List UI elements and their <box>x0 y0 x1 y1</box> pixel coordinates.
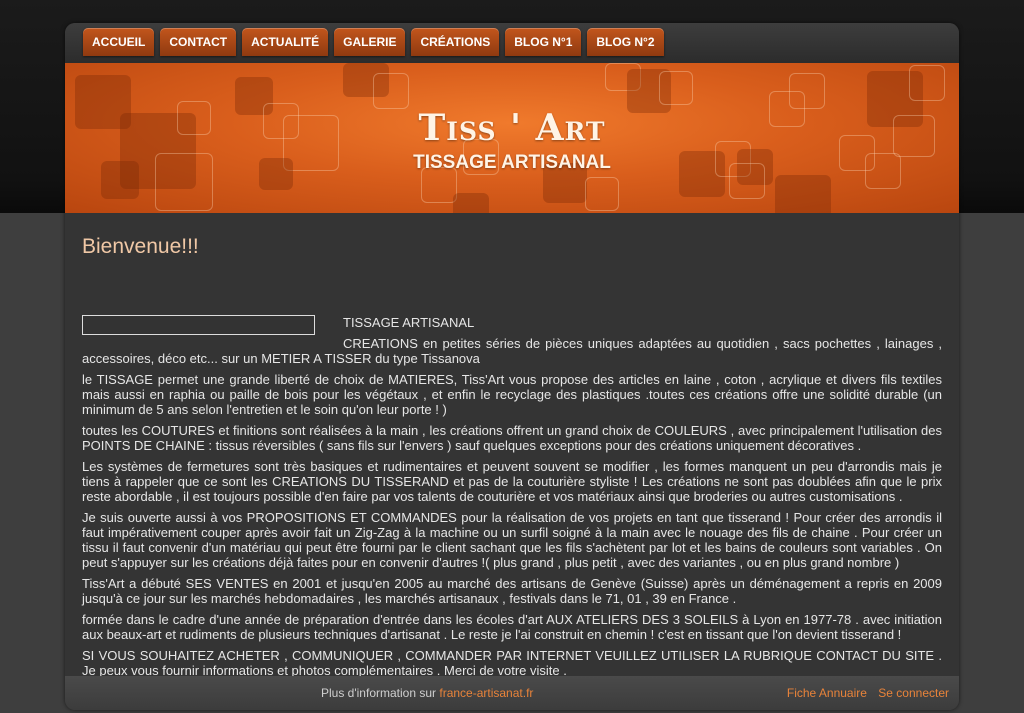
content-paragraph: CREATIONS en petites séries de pièces un… <box>82 336 942 366</box>
main-content: Bienvenue!!! TISSAGE ARTISANAL CREATIONS… <box>82 235 942 684</box>
nav-item-creations[interactable]: CRÉATIONS <box>411 28 500 56</box>
page-title: Bienvenue!!! <box>82 235 199 258</box>
content-paragraph: SI VOUS SOUHAITEZ ACHETER , COMMUNIQUER … <box>82 648 942 678</box>
image-placeholder <box>82 315 315 335</box>
content-paragraph: toutes les COUTURES et finitions sont ré… <box>82 423 942 453</box>
site-title: Tiss ' Art <box>418 107 606 149</box>
fiche-annuaire-link[interactable]: Fiche Annuaire <box>787 686 867 700</box>
nav-item-galerie[interactable]: GALERIE <box>334 28 406 56</box>
footer-links: Fiche Annuaire Se connecter <box>779 686 949 700</box>
nav-item-contact[interactable]: CONTACT <box>160 28 237 56</box>
content-paragraph: Je suis ouverte aussi à vos PROPOSITIONS… <box>82 510 942 570</box>
nav-item-blog-1[interactable]: BLOG N°1 <box>505 28 582 56</box>
banner-decoration <box>789 73 825 109</box>
content-paragraph: le TISSAGE permet une grande liberté de … <box>82 372 942 417</box>
banner-decoration <box>659 71 693 105</box>
banner-decoration <box>585 177 619 211</box>
header-banner: Tiss ' Art TISSAGE ARTISANAL <box>65 63 959 213</box>
banner-decoration <box>775 175 831 213</box>
content-paragraph: formée dans le cadre d'une année de prép… <box>82 612 942 642</box>
banner-decoration <box>909 65 945 101</box>
footer-info: Plus d'information sur france-artisanat.… <box>321 686 533 700</box>
banner-decoration <box>453 193 489 213</box>
banner-decoration <box>373 73 409 109</box>
content-paragraph: Les systèmes de fermetures sont très bas… <box>82 459 942 504</box>
page-container: ACCUEIL CONTACT ACTUALITÉ GALERIE CRÉATI… <box>65 23 959 710</box>
content-paragraph: Tiss'Art a débuté SES VENTES en 2001 et … <box>82 576 942 606</box>
footer-info-text: Plus d'information sur <box>321 686 437 700</box>
login-link[interactable]: Se connecter <box>878 686 949 700</box>
site-subtitle: TISSAGE ARTISANAL <box>413 152 611 173</box>
main-nav: ACCUEIL CONTACT ACTUALITÉ GALERIE CRÉATI… <box>83 28 664 56</box>
nav-item-blog-2[interactable]: BLOG N°2 <box>587 28 664 56</box>
footer-site-link[interactable]: france-artisanat.fr <box>439 686 533 700</box>
top-bar: ACCUEIL CONTACT ACTUALITÉ GALERIE CRÉATI… <box>65 23 959 63</box>
nav-item-accueil[interactable]: ACCUEIL <box>83 28 155 56</box>
footer: Plus d'information sur france-artisanat.… <box>65 676 959 710</box>
nav-item-actualite[interactable]: ACTUALITÉ <box>242 28 329 56</box>
